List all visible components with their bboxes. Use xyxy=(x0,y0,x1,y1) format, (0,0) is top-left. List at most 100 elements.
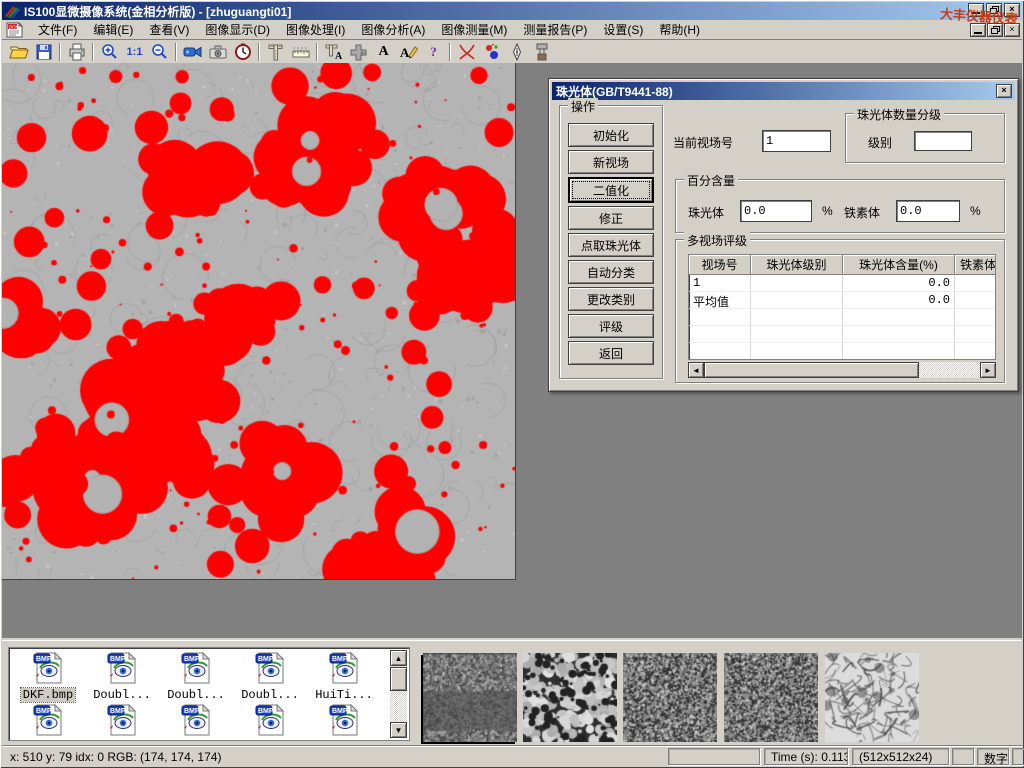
scrollbar-thumb[interactable] xyxy=(390,667,407,691)
file-name: Doubl... xyxy=(91,688,153,702)
metallographic-image[interactable] xyxy=(2,63,516,580)
menu-item-4[interactable]: 图像处理(I) xyxy=(278,19,353,40)
scroll-down-button[interactable]: ▼ xyxy=(390,722,407,738)
mdi-minimize-button[interactable] xyxy=(970,23,986,37)
mdi-close-button[interactable]: × xyxy=(1004,23,1020,37)
multifield-group: 多视场评级 视场号珠光体级别珠光体含量(%)铁素体含量(%) 10.0平均值0.… xyxy=(675,239,1005,383)
zoom-in-icon[interactable] xyxy=(97,41,122,62)
ruler-icon[interactable] xyxy=(288,41,313,62)
file-item[interactable]: BMP xyxy=(11,704,85,739)
annotate-icon[interactable]: A xyxy=(396,41,421,62)
operation-button[interactable]: 自动分类 xyxy=(568,260,654,284)
svg-text:BMP: BMP xyxy=(332,708,348,715)
help-icon[interactable]: ? xyxy=(421,41,446,62)
file-item-HuiTi...[interactable]: BMP HuiTi... xyxy=(307,652,381,702)
file-item-Doubl...[interactable]: BMP Doubl... xyxy=(159,652,233,702)
scrollbar-thumb[interactable] xyxy=(704,362,919,378)
operation-button[interactable]: 二值化 xyxy=(568,177,654,203)
open-folder-icon[interactable] xyxy=(6,41,31,62)
menu-item-0[interactable]: 文件(F) xyxy=(30,19,85,40)
table-cell xyxy=(689,343,751,360)
print-icon[interactable] xyxy=(64,41,89,62)
thumbnail-2[interactable] xyxy=(523,653,617,742)
dialog-close-button[interactable]: × xyxy=(996,84,1012,98)
table-row[interactable]: 10.0 xyxy=(689,275,995,292)
thumbnail-3[interactable] xyxy=(623,653,717,742)
table-row[interactable] xyxy=(689,326,995,343)
grid-cross-icon[interactable] xyxy=(346,41,371,62)
menu-item-8[interactable]: 设置(S) xyxy=(595,19,651,40)
curve-tool-icon[interactable] xyxy=(454,41,479,62)
menu-item-7[interactable]: 测量报告(P) xyxy=(515,19,595,40)
restore-icon xyxy=(990,6,999,14)
grade-input[interactable] xyxy=(914,131,972,151)
maximize-button[interactable] xyxy=(986,3,1002,17)
menu-item-2[interactable]: 查看(V) xyxy=(141,19,197,40)
rating-table[interactable]: 视场号珠光体级别珠光体含量(%)铁素体含量(%) 10.0平均值0.0 xyxy=(688,254,996,360)
toolbar-separator xyxy=(175,43,177,61)
menu-item-9[interactable]: 帮助(H) xyxy=(651,19,708,40)
file-list[interactable]: BMP DKF.bmp BMP Doubl... BMP Doubl... BM… xyxy=(8,647,410,741)
operation-button[interactable]: 评级 xyxy=(568,314,654,338)
pen-icon[interactable] xyxy=(504,41,529,62)
operation-button[interactable]: 更改类别 xyxy=(568,287,654,311)
operation-button[interactable]: 新视场 xyxy=(568,150,654,174)
table-header-cell[interactable]: 珠光体级别 xyxy=(751,255,843,275)
save-icon[interactable] xyxy=(31,41,56,62)
mdi-restore-button[interactable] xyxy=(987,23,1003,37)
brush-icon[interactable] xyxy=(529,41,554,62)
scroll-up-button[interactable]: ▲ xyxy=(390,650,407,666)
dialog-title-bar[interactable]: 珠光体(GB/T9441-88) × xyxy=(552,82,1015,100)
operation-button[interactable]: 初始化 xyxy=(568,123,654,147)
operation-button[interactable]: 返回 xyxy=(568,341,654,365)
table-horizontal-scrollbar[interactable]: ◄ ► xyxy=(688,362,996,378)
thumbnail-4[interactable] xyxy=(724,653,818,742)
thumbnail-5[interactable] xyxy=(825,653,919,742)
menu-item-3[interactable]: 图像显示(D) xyxy=(197,19,278,40)
measure-text-icon[interactable]: A xyxy=(321,41,346,62)
minimize-button[interactable] xyxy=(968,3,984,17)
application-window: IS100显微摄像系统(金相分析版) - [zhuguangti01] × 大丰… xyxy=(0,0,1024,768)
file-item[interactable]: BMP xyxy=(307,704,381,739)
svg-text:A: A xyxy=(335,51,343,61)
zoom-out-icon[interactable] xyxy=(147,41,172,62)
file-item-Doubl...[interactable]: BMP Doubl... xyxy=(85,652,159,702)
menu-items: 文件(F)编辑(E)查看(V)图像显示(D)图像处理(I)图像分析(A)图像测量… xyxy=(30,19,708,40)
camera-icon[interactable] xyxy=(205,41,230,62)
dialog-title: 珠光体(GB/T9441-88) xyxy=(556,83,673,100)
status-mode: 数字 xyxy=(977,748,1009,765)
menu-item-5[interactable]: 图像分析(A) xyxy=(353,19,433,40)
actual-size-icon[interactable]: 1:1 xyxy=(122,41,147,62)
operation-button[interactable]: 点取珠光体 xyxy=(568,233,654,257)
menu-item-6[interactable]: 图像测量(M) xyxy=(433,19,515,40)
table-header-cell[interactable]: 视场号 xyxy=(689,255,751,275)
file-item-DKF.bmp[interactable]: BMP DKF.bmp xyxy=(11,652,85,702)
scrollbar-track[interactable] xyxy=(919,362,980,378)
text-icon[interactable]: A xyxy=(371,41,396,62)
file-item[interactable]: BMP xyxy=(159,704,233,739)
ferrite-percent-input[interactable] xyxy=(896,200,960,222)
operation-button[interactable]: 修正 xyxy=(568,206,654,230)
close-button[interactable]: × xyxy=(1004,3,1020,17)
video-camera-icon[interactable] xyxy=(180,41,205,62)
menu-item-1[interactable]: 编辑(E) xyxy=(85,19,141,40)
table-row[interactable] xyxy=(689,343,995,360)
particles-icon[interactable] xyxy=(479,41,504,62)
file-item-Doubl...[interactable]: BMP Doubl... xyxy=(233,652,307,702)
file-item[interactable]: BMP xyxy=(85,704,159,739)
table-row[interactable] xyxy=(689,309,995,326)
bmp-file-icon: BMP xyxy=(253,704,287,736)
pearlite-percent-input[interactable] xyxy=(740,200,812,222)
thumbnail-1[interactable] xyxy=(423,653,517,742)
table-header-cell[interactable]: 铁素体含量(%) xyxy=(955,255,996,275)
file-list-scrollbar[interactable]: ▲ ▼ xyxy=(390,650,407,738)
table-row[interactable]: 平均值0.0 xyxy=(689,292,995,309)
caliper-icon[interactable] xyxy=(263,41,288,62)
table-header-cell[interactable]: 珠光体含量(%) xyxy=(843,255,955,275)
timer-icon[interactable] xyxy=(230,41,255,62)
current-field-input[interactable] xyxy=(762,130,831,152)
scroll-left-button[interactable]: ◄ xyxy=(688,362,704,378)
file-item[interactable]: BMP xyxy=(233,704,307,739)
status-empty-panel-2 xyxy=(952,748,974,765)
scroll-right-button[interactable]: ► xyxy=(980,362,996,378)
